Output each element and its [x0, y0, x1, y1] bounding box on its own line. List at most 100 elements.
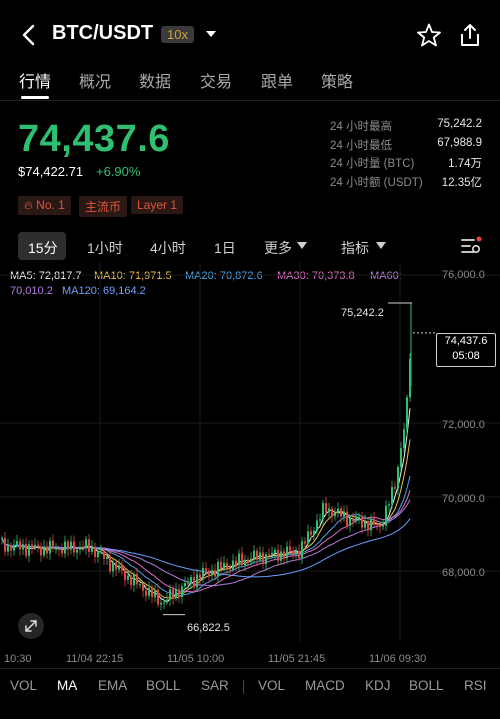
- candle-body: [244, 559, 246, 566]
- indicator-boll-sub[interactable]: BOLL: [409, 678, 444, 693]
- candle-countdown: 05:08: [452, 350, 480, 362]
- chevron-left-icon[interactable]: [14, 20, 44, 50]
- candle-body: [364, 521, 366, 528]
- tab-market[interactable]: 行情: [19, 68, 51, 92]
- usd-price: $74,422.71: [18, 164, 84, 179]
- interval-1h[interactable]: 1小时: [87, 238, 123, 258]
- candle-body: [10, 545, 12, 551]
- tab-copy[interactable]: 跟单: [261, 68, 293, 92]
- interval-1d[interactable]: 1日: [214, 238, 236, 258]
- interval-4h[interactable]: 4小时: [150, 238, 186, 258]
- candle-body: [34, 544, 36, 549]
- candle-body: [214, 570, 216, 577]
- candle-body: [190, 577, 192, 583]
- indicator-ma[interactable]: MA: [57, 678, 77, 693]
- candle-body: [166, 599, 168, 603]
- layer-badge[interactable]: Layer 1: [131, 196, 184, 214]
- candlestick-chart[interactable]: [0, 262, 500, 662]
- candle-body: [223, 562, 225, 569]
- indicator-vol-sub[interactable]: VOL: [258, 678, 285, 693]
- fullscreen-button[interactable]: [18, 613, 44, 639]
- stat-value-high: 75,242.2: [437, 118, 482, 130]
- candle-body: [25, 544, 27, 556]
- candle-body: [220, 561, 222, 569]
- category-badge[interactable]: 主流币: [79, 196, 128, 217]
- tab-data[interactable]: 数据: [139, 68, 171, 92]
- candle-body: [142, 584, 144, 591]
- last-price: 74,437.6: [18, 118, 170, 160]
- x-tick-1: 11/04 22:15: [66, 653, 124, 665]
- candle-body: [154, 589, 156, 597]
- candle-body: [106, 557, 108, 559]
- candle-body: [115, 562, 117, 570]
- chart-settings-icon[interactable]: [460, 236, 482, 256]
- candle-body: [319, 519, 321, 521]
- candle-body: [337, 508, 339, 514]
- expand-icon: [25, 620, 37, 632]
- x-tick-0: 10:30: [4, 653, 32, 665]
- candle-body: [400, 448, 402, 468]
- indicator-macd[interactable]: MACD: [305, 678, 345, 693]
- candle-body: [229, 568, 231, 570]
- chevron-down-icon[interactable]: [204, 27, 218, 41]
- x-tick-4: 11/06 09:30: [369, 653, 427, 665]
- share-icon[interactable]: [458, 22, 482, 48]
- tab-strategy[interactable]: 策略: [321, 68, 353, 92]
- indicator-kdj[interactable]: KDJ: [365, 678, 391, 693]
- candle-body: [232, 560, 234, 570]
- candle-body: [265, 554, 267, 565]
- candle-body: [256, 550, 258, 560]
- candle-body: [322, 503, 324, 520]
- indicator-rsi[interactable]: RSI: [464, 678, 487, 693]
- candle-body: [352, 517, 354, 522]
- indicator-boll-main[interactable]: BOLL: [146, 678, 181, 693]
- candle-body: [259, 552, 261, 560]
- candle-body: [130, 575, 132, 586]
- interval-15m[interactable]: 15分: [28, 238, 58, 258]
- indicator-divider: [243, 680, 244, 694]
- divider: [0, 100, 500, 101]
- candle-body: [328, 508, 330, 513]
- y-tick-76000: 76,000.0: [442, 269, 485, 281]
- stat-label-high: 24 小时最高: [330, 121, 392, 133]
- candle-body: [157, 589, 159, 605]
- candle-body: [184, 583, 186, 587]
- candle-body: [268, 554, 270, 556]
- stat-value-volume: 1.74万: [448, 158, 482, 170]
- candle-body: [49, 540, 51, 554]
- candle-body: [286, 546, 288, 559]
- rank-badge[interactable]: 🔥︎ No. 1: [18, 196, 71, 215]
- y-tick-70000: 70,000.0: [442, 493, 485, 505]
- candle-body: [241, 553, 243, 566]
- indicator-menu[interactable]: 指标: [341, 238, 369, 258]
- candle-body: [172, 589, 174, 599]
- candle-body: [298, 551, 300, 558]
- candle-body: [187, 582, 189, 584]
- pair-title[interactable]: BTC/USDT: [52, 22, 153, 45]
- candle-body: [253, 550, 255, 559]
- indicator-sar[interactable]: SAR: [201, 678, 229, 693]
- interval-more[interactable]: 更多: [264, 238, 292, 258]
- candle-body: [181, 586, 183, 598]
- candle-body: [109, 557, 111, 572]
- candle-body: [301, 541, 303, 558]
- star-outline-icon[interactable]: [416, 22, 442, 48]
- candle-body: [94, 546, 96, 557]
- candle-body: [91, 546, 93, 552]
- candle-body: [55, 548, 57, 550]
- last-price-tag[interactable]: 74,437.6 05:08: [436, 333, 496, 367]
- tab-overview[interactable]: 概况: [79, 68, 111, 92]
- candle-body: [133, 574, 135, 586]
- candle-body: [346, 511, 348, 526]
- main-tabs: 行情 概况 数据 交易 跟单 策略: [0, 68, 500, 99]
- candle-body: [124, 570, 126, 580]
- candle-body: [373, 518, 375, 525]
- indicator-ema[interactable]: EMA: [98, 678, 127, 693]
- leverage-badge[interactable]: 10x: [161, 26, 194, 43]
- y-tick-72000: 72,000.0: [442, 419, 485, 431]
- candle-body: [385, 505, 387, 526]
- candle-body: [391, 486, 393, 505]
- stat-label-low: 24 小时最低: [330, 140, 392, 152]
- indicator-vol-main[interactable]: VOL: [10, 678, 37, 693]
- tab-trade[interactable]: 交易: [200, 68, 232, 92]
